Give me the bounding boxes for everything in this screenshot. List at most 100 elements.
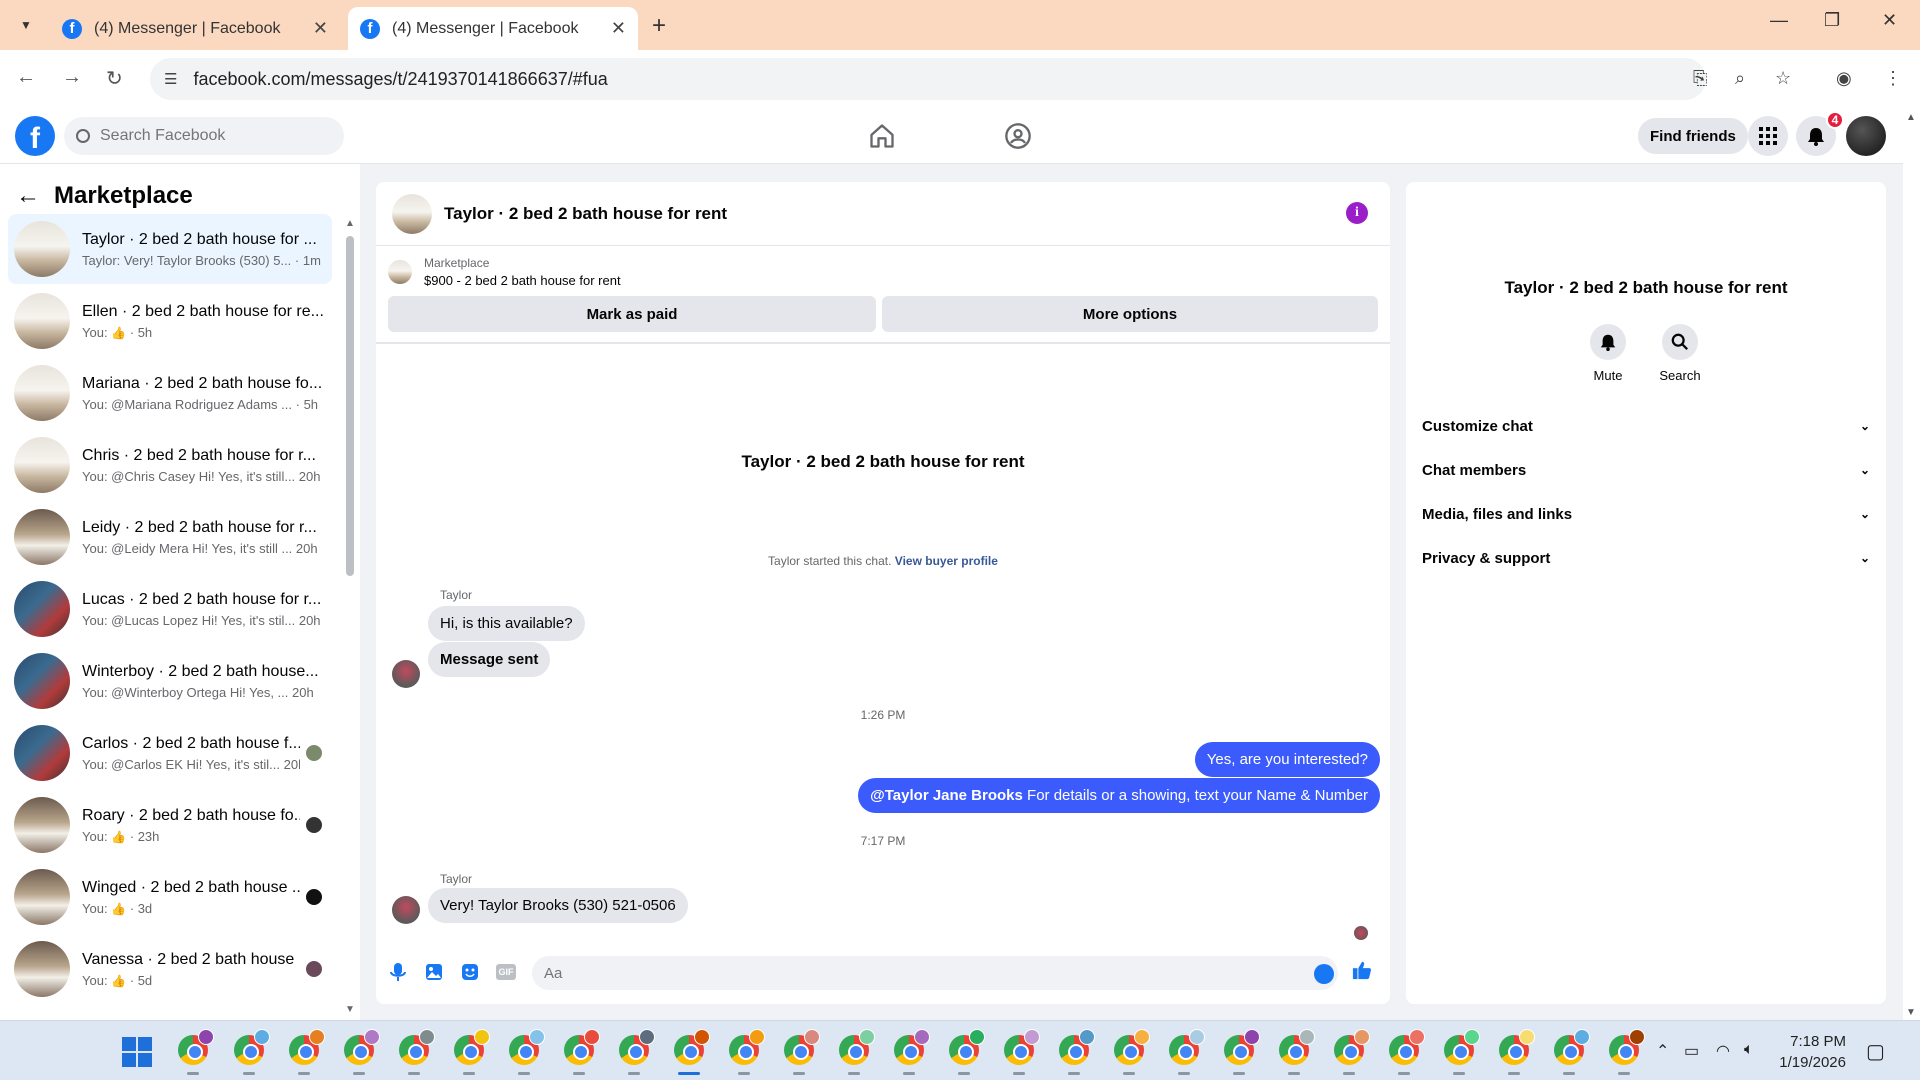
- mention[interactable]: @Taylor Jane Brooks: [870, 787, 1023, 804]
- zoom-icon[interactable]: ⌕: [1735, 68, 1745, 89]
- chrome-profile-icon[interactable]: [178, 1029, 214, 1075]
- show-hidden-icons-chevron-icon[interactable]: ⌃: [1656, 1041, 1669, 1061]
- chrome-profile-icon[interactable]: [1059, 1029, 1095, 1075]
- back-arrow-icon[interactable]: ←: [16, 66, 36, 89]
- address-bar[interactable]: ☰ facebook.com/messages/t/24193701418666…: [150, 58, 1706, 100]
- chrome-profile-icon[interactable]: [399, 1029, 435, 1075]
- groups-icon[interactable]: [1004, 122, 1032, 150]
- outgoing-message[interactable]: @Taylor Jane Brooks For details or a sho…: [858, 778, 1380, 813]
- find-friends-button[interactable]: Find friends: [1638, 118, 1748, 154]
- chrome-profile-icon[interactable]: [454, 1029, 490, 1075]
- scroll-up-arrow-icon[interactable]: ▲: [345, 218, 355, 229]
- conversation-item[interactable]: Carlos · 2 bed 2 bath house f... You: @C…: [8, 718, 332, 788]
- facebook-search-box[interactable]: [64, 117, 344, 155]
- mark-as-paid-button[interactable]: Mark as paid: [388, 296, 876, 332]
- notifications-center-icon[interactable]: ▢: [1866, 1039, 1885, 1064]
- chrome-active-icon[interactable]: [674, 1029, 710, 1075]
- page-scrollbar[interactable]: ▲ ▼: [1903, 108, 1920, 1020]
- chrome-profile-icon[interactable]: [1114, 1029, 1150, 1075]
- view-buyer-profile-link[interactable]: View buyer profile: [895, 554, 998, 568]
- customize-chat-section[interactable]: Customize chat ⌄: [1422, 404, 1870, 448]
- scroll-up-arrow-icon[interactable]: ▲: [1906, 112, 1916, 123]
- chrome-profile-icon[interactable]: [894, 1029, 930, 1075]
- site-info-icon[interactable]: ☰: [164, 70, 177, 88]
- like-thumbs-up-icon[interactable]: [1352, 960, 1372, 980]
- chrome-profile-icon[interactable]: [1609, 1029, 1645, 1075]
- chat-title[interactable]: Taylor · 2 bed 2 bath house for rent: [444, 204, 727, 224]
- account-avatar[interactable]: [1846, 116, 1886, 156]
- more-options-button[interactable]: More options: [882, 296, 1378, 332]
- microphone-icon[interactable]: [388, 962, 408, 982]
- wifi-icon[interactable]: ◠: [1716, 1041, 1730, 1061]
- bookmark-star-icon[interactable]: ☆: [1775, 68, 1791, 89]
- browser-tab-1[interactable]: f (4) Messenger | Facebook ✕: [50, 7, 340, 50]
- chrome-profile-icon[interactable]: [1444, 1029, 1480, 1075]
- conversation-item[interactable]: Vanessa · 2 bed 2 bath house ... You: 👍 …: [8, 934, 332, 1004]
- privacy-support-section[interactable]: Privacy & support ⌄: [1422, 536, 1870, 580]
- listing-summary[interactable]: Marketplace $900 - 2 bed 2 bath house fo…: [388, 256, 621, 288]
- chrome-profile-icon[interactable]: [619, 1029, 655, 1075]
- chrome-profile-icon[interactable]: [949, 1029, 985, 1075]
- reload-icon[interactable]: ↻: [106, 66, 123, 91]
- scroll-down-arrow-icon[interactable]: ▼: [345, 1004, 355, 1015]
- chrome-profile-icon[interactable]: [234, 1029, 270, 1075]
- emoji-icon[interactable]: [1314, 964, 1334, 984]
- conversation-item[interactable]: Chris · 2 bed 2 bath house for r... You:…: [8, 430, 332, 500]
- profile-avatar[interactable]: [1608, 198, 1680, 270]
- menu-grid-button[interactable]: [1748, 116, 1788, 156]
- chrome-profile-icon[interactable]: [1334, 1029, 1370, 1075]
- system-clock[interactable]: 7:18 PM 1/19/2026: [1770, 1031, 1846, 1073]
- tab-close-icon[interactable]: ✕: [313, 18, 328, 39]
- chrome-profile-icon[interactable]: [509, 1029, 545, 1075]
- new-tab-button[interactable]: +: [652, 12, 666, 40]
- browser-tab-2[interactable]: f (4) Messenger | Facebook ✕: [348, 7, 638, 50]
- minimize-icon[interactable]: —: [1770, 10, 1788, 31]
- back-arrow-icon[interactable]: ←: [16, 182, 40, 210]
- conversation-item[interactable]: Mariana · 2 bed 2 bath house fo... You: …: [8, 358, 332, 428]
- conversation-item[interactable]: Winterboy · 2 bed 2 bath house... You: @…: [8, 646, 332, 716]
- chrome-profile-icon[interactable]: [344, 1029, 380, 1075]
- sticker-icon[interactable]: [460, 962, 480, 982]
- search-in-chat-button[interactable]: Search: [1650, 324, 1710, 383]
- message-sent-bubble[interactable]: Message sent: [428, 642, 551, 677]
- profile-icon[interactable]: ◉: [1836, 68, 1852, 89]
- chrome-profile-icon[interactable]: [1389, 1029, 1425, 1075]
- media-files-links-section[interactable]: Media, files and links ⌄: [1422, 492, 1870, 536]
- chrome-profile-icon[interactable]: [1279, 1029, 1315, 1075]
- gif-icon[interactable]: GIF: [496, 964, 516, 980]
- conversation-item[interactable]: Lucas · 2 bed 2 bath house for r... You:…: [8, 574, 332, 644]
- chat-members-section[interactable]: Chat members ⌄: [1422, 448, 1870, 492]
- install-app-icon[interactable]: ⎘: [1693, 68, 1707, 89]
- chrome-profile-icon[interactable]: [1499, 1029, 1535, 1075]
- chrome-profile-icon[interactable]: [784, 1029, 820, 1075]
- conversation-item[interactable]: Ellen · 2 bed 2 bath house for re... You…: [8, 286, 332, 356]
- message-input[interactable]: [544, 964, 1284, 982]
- close-window-icon[interactable]: ✕: [1882, 10, 1897, 31]
- battery-icon[interactable]: ▭: [1684, 1041, 1699, 1061]
- restore-icon[interactable]: ❐: [1824, 10, 1840, 31]
- chrome-profile-icon[interactable]: [289, 1029, 325, 1075]
- chrome-profile-icon[interactable]: [1554, 1029, 1590, 1075]
- photo-icon[interactable]: [424, 962, 444, 982]
- tab-search-chevron-icon[interactable]: ▼: [14, 13, 38, 37]
- volume-icon[interactable]: 🔈︎: [1744, 1041, 1754, 1059]
- home-icon[interactable]: [868, 122, 896, 150]
- chrome-profile-icon[interactable]: [1169, 1029, 1205, 1075]
- sender-avatar[interactable]: [392, 896, 420, 924]
- conversation-item[interactable]: Winged · 2 bed 2 bath house ... You: 👍 ·…: [8, 862, 332, 932]
- facebook-logo-icon[interactable]: f: [15, 116, 55, 156]
- chrome-profile-icon[interactable]: [1224, 1029, 1260, 1075]
- conversation-item[interactable]: Roary · 2 bed 2 bath house fo... You: 👍 …: [8, 790, 332, 860]
- tab-close-icon[interactable]: ✕: [611, 18, 626, 39]
- chrome-profile-icon[interactable]: [839, 1029, 875, 1075]
- chrome-profile-icon[interactable]: [729, 1029, 765, 1075]
- conversation-item[interactable]: Taylor · 2 bed 2 bath house for ... Tayl…: [8, 214, 332, 284]
- mute-button[interactable]: Mute: [1578, 324, 1638, 383]
- sender-avatar[interactable]: [392, 660, 420, 688]
- forward-arrow-icon[interactable]: →: [62, 66, 82, 89]
- windows-start-icon[interactable]: [122, 1037, 152, 1067]
- sidebar-scrollbar[interactable]: [346, 236, 354, 576]
- info-icon[interactable]: i: [1346, 202, 1368, 224]
- message-input-box[interactable]: [532, 956, 1338, 990]
- chat-avatar[interactable]: [392, 193, 432, 234]
